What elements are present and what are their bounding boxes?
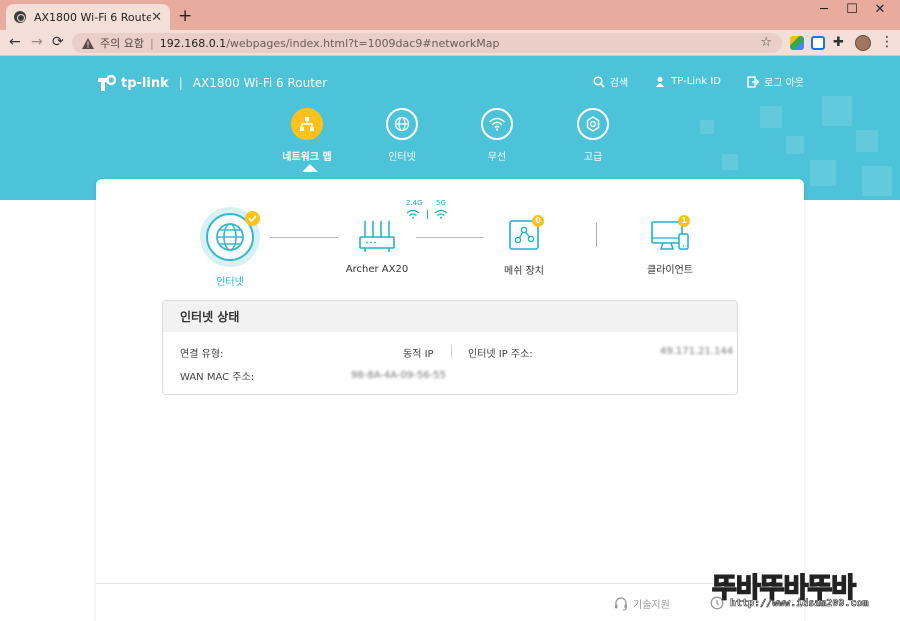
site-favicon bbox=[14, 11, 26, 23]
task-extension-icon[interactable] bbox=[811, 36, 825, 50]
security-label: 주의 요함 bbox=[100, 37, 144, 50]
mesh-node-label: 메쉬 장치 bbox=[504, 266, 544, 277]
nav-wireless-circle bbox=[481, 108, 513, 140]
warning-icon bbox=[82, 37, 94, 49]
band-5g-label: 5G bbox=[436, 199, 446, 207]
forward-button[interactable]: → bbox=[31, 34, 43, 50]
search-link[interactable]: 검색 bbox=[593, 74, 628, 89]
router-model-title: AX1800 Wi-Fi 6 Router bbox=[192, 76, 328, 90]
router-node[interactable]: Archer AX20 bbox=[336, 219, 418, 275]
band-separator bbox=[427, 210, 428, 219]
main-nav: 네트워크 맵 인터넷 무선 고급 bbox=[0, 108, 900, 168]
browser-menu-icon[interactable]: ⋮ bbox=[880, 34, 894, 50]
headset-icon bbox=[615, 596, 627, 611]
nav-network-map[interactable]: 네트워크 맵 bbox=[267, 108, 347, 163]
nav-network-map-circle bbox=[291, 108, 323, 140]
tplink-logo-icon bbox=[98, 74, 117, 91]
band-24g-label: 2.4G bbox=[406, 199, 423, 207]
decor-pixel bbox=[862, 166, 892, 196]
nav-network-map-label: 네트워크 맵 bbox=[282, 152, 332, 163]
wifi-24g-icon bbox=[406, 209, 420, 219]
wifi-5g-icon bbox=[434, 209, 448, 219]
search-link-label: 검색 bbox=[609, 78, 629, 89]
browser-tab[interactable]: AX1800 Wi-Fi 6 Router ✕ bbox=[6, 4, 170, 30]
clients-count-badge: 1 bbox=[678, 215, 690, 227]
active-nav-caret bbox=[302, 164, 318, 172]
url-host: 192.168.0.1 bbox=[159, 36, 227, 50]
logout-link[interactable]: 로그 아웃 bbox=[747, 74, 804, 89]
brand: tp-link | AX1800 Wi-Fi 6 Router bbox=[95, 72, 327, 94]
network-map: 인터넷 Archer AX20 2.4G 5G 메쉬 장치 0 클라이언트 1 bbox=[96, 179, 804, 289]
internet-node-ring bbox=[200, 207, 260, 267]
browser-toolbar: ← → ⟳ 주의 요함 | 192.168.0.1/webpages/index… bbox=[0, 30, 900, 56]
url-path: /webpages/index.html?t=1009dac9#networkM… bbox=[226, 36, 500, 50]
network-map-icon bbox=[300, 117, 314, 131]
watermark-url: http://www.idsam209.com bbox=[730, 598, 869, 610]
logout-label: 로그 아웃 bbox=[764, 78, 804, 89]
top-links: 검색 TP-Link ID 로그 아웃 bbox=[567, 74, 804, 89]
url-separator: | bbox=[149, 36, 154, 50]
support-link-label: 기술지원 bbox=[633, 600, 670, 611]
search-icon bbox=[593, 75, 605, 88]
router-icon bbox=[359, 221, 395, 252]
wifi-icon bbox=[488, 117, 506, 131]
internet-status-title: 인터넷 상태 bbox=[163, 301, 737, 332]
maximize-button[interactable]: ☐ bbox=[838, 2, 866, 17]
nav-wireless-label: 무선 bbox=[487, 152, 507, 163]
address-bar[interactable]: 주의 요함 | 192.168.0.1/webpages/index.html?… bbox=[72, 33, 782, 53]
internet-ip-label: 인터넷 IP 주소: bbox=[468, 349, 533, 360]
globe-icon bbox=[216, 223, 244, 251]
nav-advanced[interactable]: 고급 bbox=[553, 108, 633, 163]
connected-check-icon bbox=[245, 211, 260, 226]
wan-mac-value: 98-8A-4A-09-56-55 bbox=[351, 370, 446, 381]
internet-ip-value: 49.171.21.144 bbox=[660, 346, 734, 357]
tplink-id-label: TP-Link ID bbox=[671, 76, 722, 87]
site-watermark: 뚜바뚜바뚜바 http://www.idsam209.com bbox=[706, 562, 900, 621]
mesh-node[interactable]: 메쉬 장치 bbox=[488, 219, 560, 277]
nav-advanced-label: 고급 bbox=[583, 152, 603, 163]
brand-divider: | bbox=[178, 76, 183, 90]
tplink-logo[interactable]: tp-link bbox=[95, 72, 169, 94]
profile-avatar[interactable] bbox=[855, 35, 871, 51]
page-footer: 기술지원 bbox=[96, 583, 804, 621]
extensions-puzzle-icon[interactable]: ✚ bbox=[833, 36, 847, 50]
tplink-logo-text: tp-link bbox=[121, 75, 169, 91]
back-button[interactable]: ← bbox=[9, 34, 21, 50]
reload-button[interactable]: ⟳ bbox=[52, 34, 64, 50]
connection-type-value: 동적 IP bbox=[403, 349, 434, 360]
tab-title: AX1800 Wi-Fi 6 Router bbox=[34, 10, 152, 24]
user-icon bbox=[655, 76, 665, 87]
clients-node-label: 클라이언트 bbox=[647, 265, 693, 276]
drive-extension-icon[interactable] bbox=[790, 36, 804, 50]
tplink-id-link[interactable]: TP-Link ID bbox=[654, 74, 721, 89]
new-tab-button[interactable]: + bbox=[178, 6, 192, 26]
router-node-label: Archer AX20 bbox=[345, 264, 409, 275]
close-window-button[interactable]: ✕ bbox=[866, 2, 894, 17]
bookmark-star-icon[interactable]: ☆ bbox=[760, 35, 772, 50]
status-column-separator bbox=[451, 345, 452, 357]
connection-type-label: 연결 유형: bbox=[180, 349, 224, 360]
browser-titlebar: AX1800 Wi-Fi 6 Router ✕ + ─ ☐ ✕ bbox=[0, 0, 900, 30]
clients-node[interactable]: 클라이언트 bbox=[636, 219, 704, 276]
wan-mac-label: WAN MAC 주소: bbox=[180, 372, 255, 383]
nav-advanced-circle bbox=[577, 108, 609, 140]
nav-internet[interactable]: 인터넷 bbox=[362, 108, 442, 163]
tab-close-icon[interactable]: ✕ bbox=[151, 10, 162, 25]
mesh-count-badge: 0 bbox=[532, 215, 544, 227]
router-mesh-link bbox=[416, 237, 484, 238]
nav-internet-circle bbox=[386, 108, 418, 140]
internet-status-panel: 인터넷 상태 연결 유형: 동적 IP 인터넷 IP 주소: 49.171.21… bbox=[162, 300, 738, 395]
logout-icon bbox=[747, 75, 760, 88]
internet-node-label: 인터넷 bbox=[216, 277, 244, 288]
internet-router-link bbox=[270, 237, 338, 238]
main-card: 인터넷 Archer AX20 2.4G 5G 메쉬 장치 0 클라이언트 1 … bbox=[96, 179, 804, 621]
nav-wireless[interactable]: 무선 bbox=[457, 108, 537, 163]
mesh-client-separator bbox=[596, 223, 597, 247]
globe-icon bbox=[394, 116, 410, 132]
minimize-button[interactable]: ─ bbox=[810, 2, 838, 17]
internet-node[interactable]: 인터넷 bbox=[200, 207, 260, 288]
gear-icon bbox=[586, 116, 600, 132]
support-link[interactable]: 기술지원 bbox=[614, 596, 670, 611]
nav-internet-label: 인터넷 bbox=[388, 152, 416, 163]
